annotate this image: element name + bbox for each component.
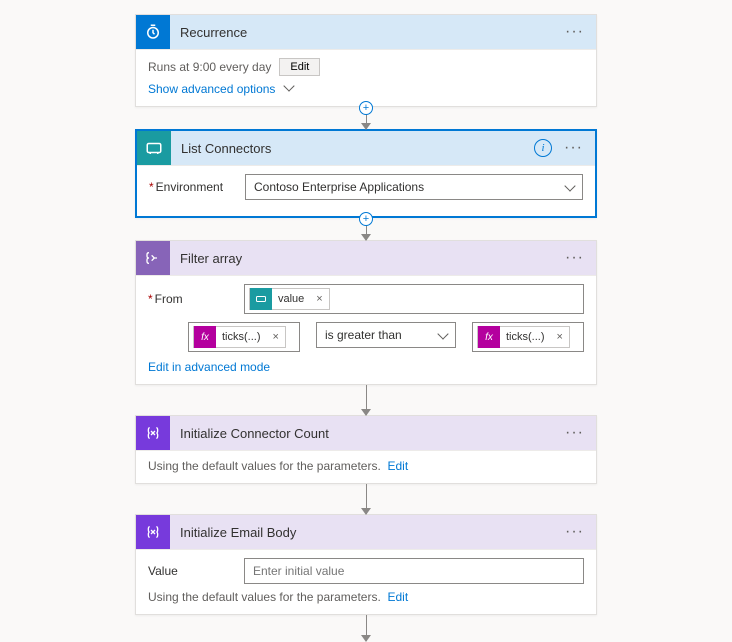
chevron-down-icon	[564, 180, 575, 191]
init-count-body: Using the default values for the paramet…	[136, 450, 596, 483]
list-connectors-icon	[137, 131, 171, 165]
recurrence-more-icon[interactable]: ···	[561, 23, 588, 41]
condition-right-field[interactable]: fx ticks(...) ×	[472, 322, 584, 352]
init-count-title: Initialize Connector Count	[170, 426, 561, 441]
init-count-header[interactable]: Initialize Connector Count ···	[136, 416, 596, 450]
filter-array-header[interactable]: Filter array ···	[136, 241, 596, 275]
fx-icon: fx	[194, 326, 216, 348]
recurrence-advanced-link[interactable]: Show advanced options	[148, 82, 275, 96]
environment-label: Environment	[149, 180, 237, 194]
filter-condition-row: fx ticks(...) × is greater than fx ticks…	[188, 322, 584, 352]
environment-select[interactable]: Contoso Enterprise Applications	[245, 174, 583, 200]
add-step-button[interactable]: +	[359, 212, 373, 226]
connector-arrow	[365, 615, 367, 641]
init-email-more-icon[interactable]: ···	[561, 523, 588, 541]
flow-designer: Recurrence ··· Runs at 9:00 every day Ed…	[0, 0, 732, 641]
operator-select[interactable]: is greater than	[316, 322, 456, 348]
init-count-more-icon[interactable]: ···	[561, 424, 588, 442]
ticks-right-label: ticks(...)	[500, 331, 551, 343]
init-email-header[interactable]: Initialize Email Body ···	[136, 515, 596, 549]
chevron-down-icon	[283, 80, 294, 91]
recurrence-title: Recurrence	[170, 25, 561, 40]
recurrence-card: Recurrence ··· Runs at 9:00 every day Ed…	[135, 14, 597, 107]
value-input[interactable]	[253, 564, 575, 578]
recurrence-schedule-text: Runs at 9:00 every day	[148, 60, 271, 74]
condition-left-field[interactable]: fx ticks(...) ×	[188, 322, 300, 352]
init-email-helper: Using the default values for the paramet…	[148, 590, 381, 604]
from-token-label: value	[272, 293, 310, 305]
value-input-wrap	[244, 558, 584, 584]
init-email-card: Initialize Email Body ··· Value Using th…	[135, 514, 597, 615]
chevron-down-icon	[437, 328, 448, 339]
connector-arrow	[365, 385, 367, 415]
add-step-button[interactable]: +	[359, 101, 373, 115]
info-icon[interactable]: i	[534, 139, 552, 157]
from-value-token[interactable]: value ×	[249, 288, 330, 310]
filter-array-icon	[136, 241, 170, 275]
filter-advanced-link[interactable]: Edit in advanced mode	[148, 360, 270, 374]
connector-arrow: +	[365, 218, 367, 240]
fx-icon: fx	[478, 326, 500, 348]
filter-array-more-icon[interactable]: ···	[561, 249, 588, 267]
connector-token-icon	[250, 288, 272, 310]
connector-arrow	[365, 484, 367, 514]
filter-array-card: Filter array ··· From value ×	[135, 240, 597, 385]
from-field[interactable]: value ×	[244, 284, 584, 314]
recurrence-header[interactable]: Recurrence ···	[136, 15, 596, 49]
connector-arrow: +	[365, 107, 367, 129]
init-count-helper: Using the default values for the paramet…	[148, 459, 381, 473]
from-label: From	[148, 292, 236, 306]
recurrence-edit-button[interactable]: Edit	[279, 58, 320, 76]
token-remove-icon[interactable]: ×	[267, 331, 285, 343]
list-connectors-body: Environment Contoso Enterprise Applicati…	[137, 165, 595, 216]
init-email-body: Value Using the default values for the p…	[136, 549, 596, 614]
list-connectors-more-icon[interactable]: ···	[560, 139, 587, 157]
init-email-title: Initialize Email Body	[170, 525, 561, 540]
ticks-right-token[interactable]: fx ticks(...) ×	[477, 326, 570, 348]
init-email-edit-link[interactable]: Edit	[387, 590, 408, 604]
list-connectors-header[interactable]: List Connectors i ···	[137, 131, 595, 165]
token-remove-icon[interactable]: ×	[551, 331, 569, 343]
recurrence-icon	[136, 15, 170, 49]
list-connectors-title: List Connectors	[171, 141, 534, 156]
variable-icon	[136, 515, 170, 549]
variable-icon	[136, 416, 170, 450]
list-connectors-card: List Connectors i ··· Environment Contos…	[135, 129, 597, 218]
environment-value: Contoso Enterprise Applications	[254, 180, 424, 194]
operator-value: is greater than	[325, 328, 402, 342]
init-count-edit-link[interactable]: Edit	[387, 459, 408, 473]
filter-array-body: From value × fx ticks(...)	[136, 275, 596, 384]
value-label: Value	[148, 564, 236, 578]
token-remove-icon[interactable]: ×	[310, 293, 328, 305]
ticks-left-token[interactable]: fx ticks(...) ×	[193, 326, 286, 348]
recurrence-body: Runs at 9:00 every day Edit Show advance…	[136, 49, 596, 106]
ticks-left-label: ticks(...)	[216, 331, 267, 343]
init-count-card: Initialize Connector Count ··· Using the…	[135, 415, 597, 484]
filter-array-title: Filter array	[170, 251, 561, 266]
